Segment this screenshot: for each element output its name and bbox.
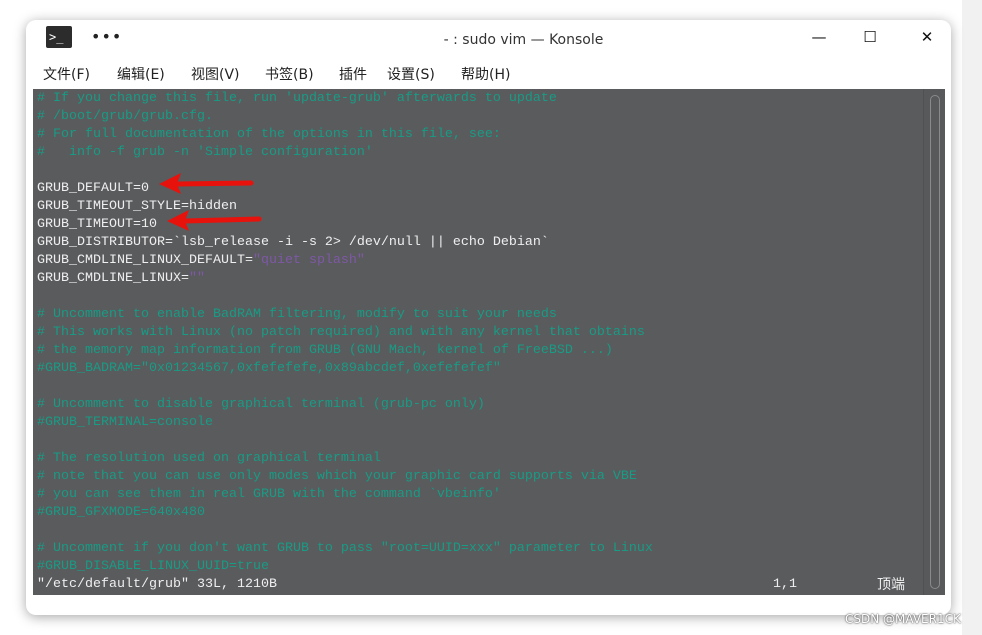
editor-line: # Uncomment to disable graphical termina… <box>37 396 485 414</box>
konsole-window: >_ ••• - : sudo vim — Konsole — ☐ ✕ 文件(F… <box>26 20 951 615</box>
line-text: # the memory map information from GRUB (… <box>37 343 613 358</box>
editor-line: # /boot/grub/grub.cfg. <box>37 108 213 126</box>
vim-scroll-position: 顶端 <box>877 577 905 593</box>
line-text: # The resolution used on graphical termi… <box>37 451 381 466</box>
line-text: # This works with Linux (no patch requir… <box>37 325 645 340</box>
line-text: GRUB_DEFAULT=0 <box>37 181 149 196</box>
string-literal: "" <box>188 271 205 286</box>
editor-line: #GRUB_GFXMODE=640x480 <box>37 504 205 522</box>
line-text: # note that you can use only modes which… <box>37 469 637 484</box>
editor-line: # Uncomment if you don't want GRUB to pa… <box>37 540 653 558</box>
terminal-view[interactable]: #GRUB_DISABLE_LINUX_UUID=true # Uncomment… <box>33 89 945 595</box>
scrollbar[interactable] <box>923 89 945 595</box>
editor-line: GRUB_DISTRIBUTOR=`lsb_release -i -s 2> /… <box>37 234 549 252</box>
editor-line: # The resolution used on graphical termi… <box>37 450 381 468</box>
editor-line: GRUB_TIMEOUT=10 <box>37 216 157 234</box>
editor-line: GRUB_CMDLINE_LINUX="" <box>37 270 205 288</box>
minimize-button[interactable]: — <box>806 26 832 48</box>
line-text: GRUB_TIMEOUT=10 <box>37 217 157 232</box>
maximize-button[interactable]: ☐ <box>857 26 883 48</box>
line-text: #GRUB_BADRAM="0x01234567,0xfefefefe,0x89… <box>37 361 501 376</box>
editor-line: # Uncomment to enable BadRAM filtering, … <box>37 306 557 324</box>
menu-settings[interactable]: 设置(S) <box>387 64 435 84</box>
line-text: #GRUB_GFXMODE=640x480 <box>37 505 205 520</box>
editor-line: GRUB_DEFAULT=0 <box>37 180 149 198</box>
editor-line: # info -f grub -n 'Simple configuration' <box>37 144 373 162</box>
menu-edit[interactable]: 编辑(E) <box>117 64 165 84</box>
line-text: # /boot/grub/grub.cfg. <box>37 109 213 124</box>
menu-help[interactable]: 帮助(H) <box>461 64 510 84</box>
watermark: CSDN @MAVER1CK <box>845 612 961 626</box>
editor-line: # note that you can use only modes which… <box>37 468 637 486</box>
title-bar: >_ ••• - : sudo vim — Konsole — ☐ ✕ <box>26 20 951 60</box>
string-literal: "quiet splash" <box>252 253 365 268</box>
menu-plugins[interactable]: 插件 <box>339 64 367 84</box>
menu-view[interactable]: 视图(V) <box>191 64 240 84</box>
red-arrow-annotation <box>159 173 254 194</box>
line-text: # info -f grub -n 'Simple configuration' <box>37 145 373 160</box>
line-text: #GRUB_DISABLE_LINUX_UUID=true <box>37 559 269 574</box>
line-text: GRUB_CMDLINE_LINUX= <box>37 271 189 286</box>
red-arrow-annotation <box>167 210 262 231</box>
line-text: #GRUB_TERMINAL=console <box>37 415 213 430</box>
editor-line: # If you change this file, run 'update-g… <box>37 90 557 108</box>
editor-line: # For full documentation of the options … <box>37 126 501 144</box>
line-text: # Uncomment to disable graphical termina… <box>37 397 485 412</box>
line-text: GRUB_DISTRIBUTOR=`lsb_release -i -s 2> /… <box>37 235 549 250</box>
editor-line: #GRUB_BADRAM="0x01234567,0xfefefefe,0x89… <box>37 360 501 378</box>
background <box>962 0 982 635</box>
line-text: # you can see them in real GRUB with the… <box>37 487 501 502</box>
editor-line: #GRUB_TERMINAL=console <box>37 414 213 432</box>
line-text: # Uncomment if you don't want GRUB to pa… <box>37 541 653 556</box>
close-button[interactable]: ✕ <box>914 26 940 48</box>
line-text: GRUB_CMDLINE_LINUX_DEFAULT= <box>37 253 253 268</box>
menu-file[interactable]: 文件(F) <box>43 64 90 84</box>
editor-line: # the memory map information from GRUB (… <box>37 342 613 360</box>
line-text: # If you change this file, run 'update-g… <box>37 91 557 106</box>
menu-bar: 文件(F) 编辑(E) 视图(V) 书签(B) 插件 设置(S) 帮助(H) <box>26 60 951 88</box>
editor-line: # This works with Linux (no patch requir… <box>37 324 645 342</box>
editor-line: GRUB_CMDLINE_LINUX_DEFAULT="quiet splash… <box>37 252 365 270</box>
vim-cursor-position: 1,1 <box>773 577 797 592</box>
editor-line: #GRUB_DISABLE_LINUX_UUID=true <box>37 558 269 576</box>
line-text: # Uncomment to enable BadRAM filtering, … <box>37 307 557 322</box>
scrollbar-thumb[interactable] <box>930 95 940 589</box>
vim-status-file: "/etc/default/grub" 33L, 1210B <box>37 577 277 592</box>
editor-line: # you can see them in real GRUB with the… <box>37 486 501 504</box>
menu-bookmarks[interactable]: 书签(B) <box>265 64 314 84</box>
line-text: # For full documentation of the options … <box>37 127 501 142</box>
